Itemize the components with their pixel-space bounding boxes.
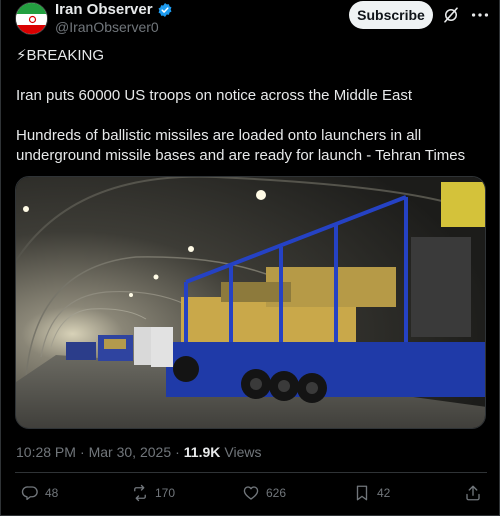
- tunnel-missile-launchers-image: [16, 177, 485, 428]
- repost-button[interactable]: 170: [131, 484, 175, 502]
- views-count: 11.9K: [183, 444, 221, 460]
- heart-icon: [243, 486, 259, 500]
- repost-icon: [134, 484, 146, 502]
- like-button[interactable]: 626: [242, 484, 286, 502]
- bookmark-button[interactable]: 42: [353, 484, 390, 502]
- bookmark-icon: [356, 485, 368, 501]
- like-count: 626: [266, 486, 287, 500]
- author-name[interactable]: Iran Observer: [55, 1, 153, 18]
- repost-count: 170: [155, 486, 176, 500]
- more-options-icon[interactable]: [469, 4, 491, 26]
- verified-badge-icon: [158, 2, 172, 17]
- post-text-body-line1: Hundreds of ballistic missiles are loade…: [16, 127, 422, 144]
- reply-button[interactable]: 48: [21, 484, 58, 502]
- grok-icon[interactable]: [442, 6, 460, 24]
- post-text-breaking: ⚡BREAKING: [16, 47, 105, 64]
- share-button[interactable]: [464, 484, 482, 502]
- subscribe-button[interactable]: Subscribe: [349, 1, 433, 29]
- post-time[interactable]: 10:28 PM: [16, 444, 76, 460]
- post-card: Iran Observer @IranObserver0 Subscribe ⚡…: [0, 0, 500, 516]
- post-text-headline: Iran puts 60000 US troops on notice acro…: [16, 87, 413, 104]
- post-image[interactable]: [15, 176, 486, 429]
- post-date[interactable]: Mar 30, 2025: [89, 444, 172, 460]
- iran-flag-icon: [16, 3, 47, 34]
- author-handle[interactable]: @IranObserver0: [55, 19, 159, 35]
- author-name-row[interactable]: Iran Observer: [55, 1, 173, 18]
- post-text-body-line2: underground missile bases and are ready …: [16, 147, 466, 164]
- views-label: Views: [224, 444, 262, 460]
- bookmark-count: 42: [377, 486, 391, 500]
- avatar[interactable]: [15, 2, 48, 35]
- reply-icon: [21, 486, 38, 501]
- divider: [15, 472, 487, 473]
- reply-count: 48: [45, 486, 59, 500]
- post-meta: 10:28 PM · Mar 30, 2025 · 11.9K Views: [16, 444, 261, 460]
- meta-separator: ·: [79, 444, 85, 460]
- meta-separator: ·: [175, 444, 180, 460]
- share-icon: [466, 485, 480, 501]
